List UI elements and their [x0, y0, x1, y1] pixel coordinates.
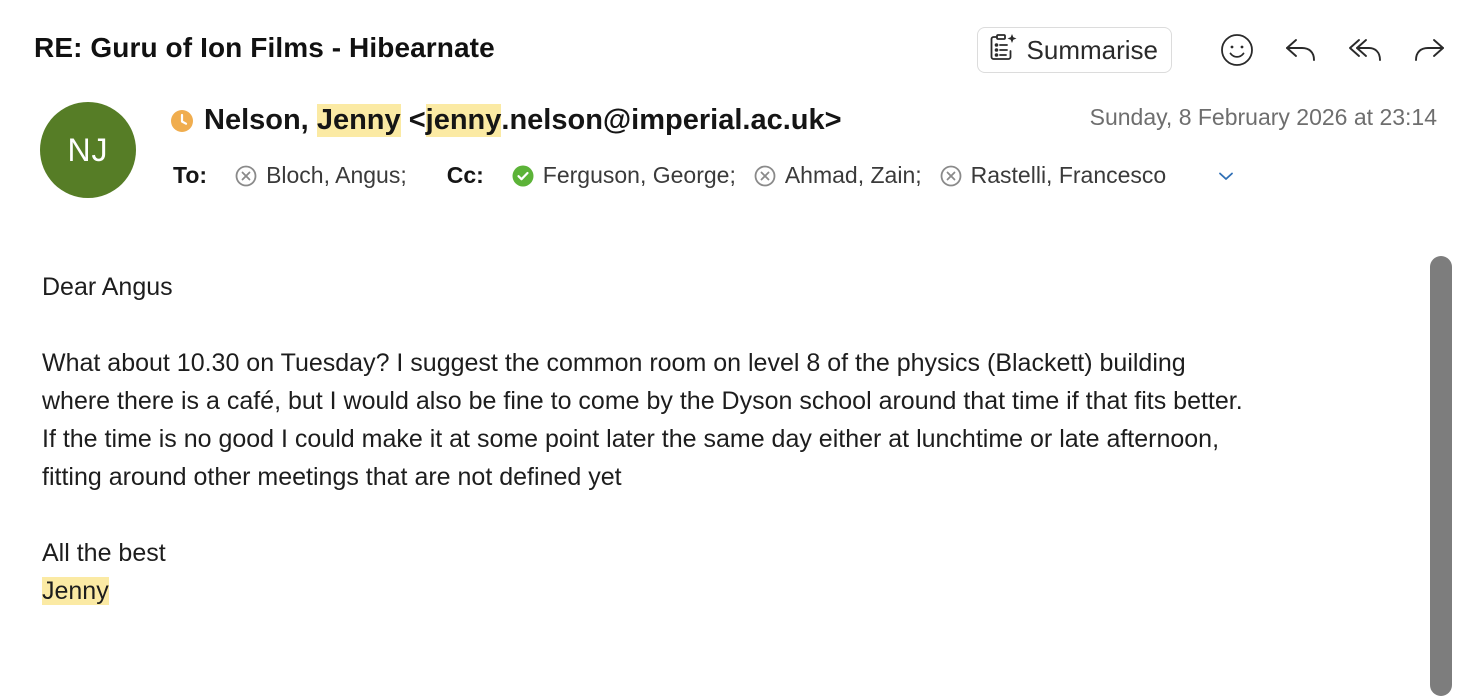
sender-name-highlight: Jenny — [316, 104, 401, 137]
recipient-chip[interactable]: Ahmad, Zain; — [754, 162, 922, 189]
recipient-name: Bloch, Angus; — [266, 162, 407, 188]
recipient-name: Ahmad, Zain; — [784, 162, 922, 188]
body-line: where there is a café, but I would also … — [42, 387, 1243, 415]
sender-avatar[interactable]: NJ — [40, 102, 136, 198]
sender-email-highlight: jenny — [425, 104, 502, 137]
unavailable-status-icon — [235, 165, 257, 187]
cc-label: Cc: — [446, 162, 484, 188]
to-label: To: — [173, 162, 208, 188]
forward-icon[interactable] — [1410, 31, 1448, 69]
email-body: Dear Angus What about 10.30 on Tuesday? … — [42, 268, 1422, 610]
body-line: What about 10.30 on Tuesday? I suggest t… — [42, 349, 1186, 377]
body-line: fitting around other meetings that are n… — [42, 463, 622, 491]
scrollbar-thumb[interactable] — [1430, 256, 1452, 696]
sender-email-rest: .nelson@imperial.ac.uk> — [501, 104, 842, 136]
summarise-label: Summarise — [1026, 34, 1158, 65]
recipient-name: Ferguson, George; — [542, 162, 736, 188]
emoji-icon[interactable] — [1218, 31, 1256, 69]
available-status-icon — [512, 165, 534, 187]
body-signature: Jenny — [42, 577, 109, 605]
sender-line[interactable]: Nelson, Jenny < jenny .nelson@imperial.a… — [170, 104, 842, 137]
sender-email-open: < — [400, 104, 426, 136]
recipients-row: To: Bloch, Angus; Cc: Ferguson, George; … — [173, 162, 1236, 189]
body-greeting: Dear Angus — [42, 273, 173, 301]
summarise-icon — [987, 31, 1027, 70]
email-subject: RE: Guru of Ion Films - Hibearnate — [34, 32, 495, 63]
unavailable-status-icon — [754, 165, 776, 187]
recipient-chip[interactable]: Ferguson, George; — [512, 162, 736, 189]
unavailable-status-icon — [940, 165, 962, 187]
reply-icon[interactable] — [1282, 31, 1320, 69]
clock-icon — [170, 109, 194, 133]
recipient-name: Rastelli, Francesco — [970, 162, 1167, 188]
message-toolbar: Summarise — [976, 26, 1448, 74]
recipient-chip[interactable]: Rastelli, Francesco — [940, 162, 1167, 189]
sent-date: Sunday, 8 February 2026 at 23:14 — [1089, 104, 1437, 130]
body-line: If the time is no good I could make it a… — [42, 425, 1220, 453]
body-signoff: All the best — [42, 539, 166, 567]
chevron-down-icon[interactable] — [1216, 166, 1236, 186]
sender-name-prefix: Nelson, — [204, 104, 317, 136]
reply-all-icon[interactable] — [1346, 31, 1384, 69]
recipient-chip[interactable]: Bloch, Angus; — [235, 162, 407, 189]
summarise-button[interactable]: Summarise — [976, 27, 1172, 73]
